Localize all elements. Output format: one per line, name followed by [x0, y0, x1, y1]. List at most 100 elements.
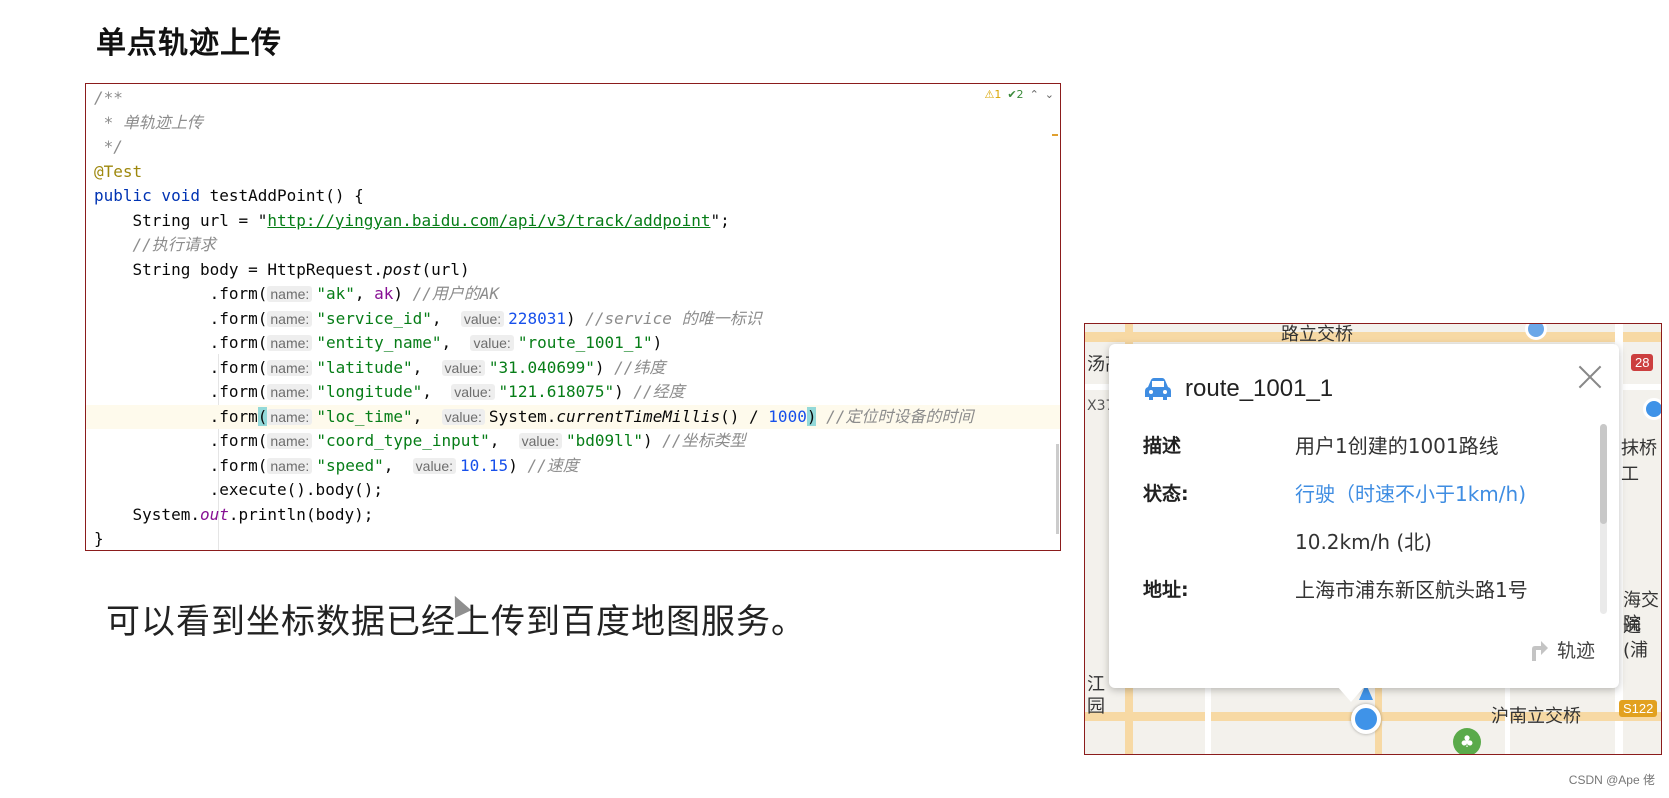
code-line[interactable]: public void testAddPoint() {: [86, 184, 1060, 209]
info-window-pointer: [1337, 686, 1365, 702]
map-label-right-low2: 院(浦: [1623, 614, 1649, 661]
code-line[interactable]: .execute().body();: [86, 478, 1060, 503]
code-token: value:: [412, 457, 457, 474]
code-token: //执行请求: [94, 235, 216, 254]
code-token: name:: [267, 335, 313, 351]
code-token: (url): [421, 259, 470, 279]
code-token: "speed": [316, 455, 384, 475]
code-line[interactable]: System.out.println(body);: [86, 503, 1060, 528]
slide-title: 单点轨迹上传: [96, 26, 282, 61]
code-token: @Test: [94, 161, 143, 181]
location-marker-icon[interactable]: [1351, 704, 1381, 734]
code-token: "longitude": [316, 382, 423, 401]
code-token: "ak": [316, 284, 355, 303]
row-value-speed: 10.2km/h (北): [1295, 530, 1432, 554]
map-label-top-bridge: 路立交桥: [1281, 324, 1353, 345]
code-token: //速度: [527, 455, 579, 475]
code-token: 10.15: [460, 455, 509, 475]
road-shield: 28: [1631, 354, 1654, 371]
code-token: "loc_time": [316, 406, 413, 426]
track-link[interactable]: 轨迹: [1529, 636, 1595, 663]
code-line[interactable]: .form(name: "speed", value: 10.15) //速度: [86, 454, 1060, 479]
code-token: name:: [267, 286, 313, 302]
code-token: .form(: [94, 382, 268, 401]
code-token: .form(: [94, 357, 268, 377]
code-token: ,: [489, 431, 519, 450]
code-token: value:: [441, 359, 485, 376]
code-token: ): [594, 357, 615, 377]
code-token: .form(: [94, 455, 268, 475]
code-line[interactable]: * 单轨迹上传: [86, 111, 1060, 136]
map-road: [1085, 332, 1661, 342]
code-token: value:: [441, 408, 485, 425]
code-token: ): [614, 382, 634, 401]
code-line[interactable]: .form(name: "entity_name", value: "route_1…: [86, 331, 1060, 356]
code-token: .form(: [94, 431, 268, 450]
row-value-status: 行驶（时速不小于1km/h): [1295, 482, 1527, 506]
code-token: ak: [374, 284, 394, 303]
code-token: .form(: [94, 333, 268, 352]
code-line[interactable]: String body = HttpRequest.post(url): [86, 258, 1060, 283]
watermark: CSDN @Ape 佬: [1568, 773, 1655, 787]
code-token: ): [652, 333, 663, 352]
code-token: //经度: [633, 382, 685, 401]
code-token: ,: [383, 455, 413, 475]
code-token: .execute().body();: [94, 480, 383, 499]
code-token: ,: [431, 308, 461, 328]
info-window: route_1001_1 描述 用户1创建的1001路线 状态: 行驶（时速不小…: [1109, 344, 1619, 688]
code-token: * 单轨迹上传: [94, 112, 203, 132]
map-label-bottom-bridge: 沪南立交桥: [1491, 706, 1581, 727]
code-token: /**: [94, 88, 123, 107]
track-link-label: 轨迹: [1556, 640, 1595, 662]
car-icon: [1145, 378, 1171, 400]
code-line[interactable]: */: [86, 135, 1060, 160]
code-line[interactable]: //执行请求: [86, 233, 1060, 258]
code-token: .form(: [94, 284, 268, 303]
code-token: ";: [710, 210, 730, 230]
code-token: //坐标类型: [662, 431, 746, 450]
info-scrollbar-thumb[interactable]: [1600, 424, 1607, 524]
code-token: currentTimeMillis: [556, 406, 721, 426]
code-token: ): [643, 431, 663, 450]
row-value-address: 上海市浦东新区航头路1号: [1295, 578, 1528, 602]
code-line[interactable]: .form(name: "longitude", value: "121.61807…: [86, 380, 1060, 405]
code-line[interactable]: .form(name: "service_id", value: 228031) /…: [86, 307, 1060, 332]
code-token: "entity_name": [316, 333, 442, 352]
code-token: "31.040699": [488, 357, 595, 377]
code-line[interactable]: .form(name: "latitude", value: "31.040699"…: [86, 356, 1060, 381]
code-line[interactable]: .form(name: "loc_time", value: System.curr…: [86, 404, 1060, 429]
track-arrow-icon: [1531, 640, 1548, 661]
code-token: name:: [267, 408, 313, 425]
code-token: testAddPoint() {: [209, 186, 364, 205]
code-line[interactable]: String url = "http://yingyan.baidu.com/a…: [86, 209, 1060, 234]
code-line[interactable]: @Test: [86, 160, 1060, 185]
map-poi-icon: [1643, 398, 1661, 420]
code-token: "bd09ll": [565, 431, 644, 450]
code-token: value:: [518, 433, 562, 449]
info-window-title: route_1001_1: [1185, 375, 1334, 402]
row-label-status: 状态:: [1143, 483, 1189, 505]
code-token: System.: [94, 504, 200, 524]
code-line[interactable]: /**: [86, 86, 1060, 111]
map-label-right-mid: 抹桥工: [1621, 438, 1657, 485]
code-line[interactable]: .form(name: "coord_type_input", value: "bd…: [86, 429, 1060, 454]
code-token: value:: [451, 384, 495, 400]
code-token: post: [382, 259, 422, 279]
code-token: */: [94, 137, 123, 156]
code-token: ,: [422, 382, 452, 401]
code-line[interactable]: .form(name: "ak", ak) //用户的AK: [86, 282, 1060, 307]
code-token: ): [393, 284, 413, 303]
code-token: String url = ": [94, 210, 268, 230]
code-token: ): [565, 308, 586, 328]
close-icon[interactable]: [1575, 362, 1605, 392]
code-token: ,: [441, 333, 471, 352]
code-token: out: [199, 504, 229, 524]
map-label-left-low2: 园: [1087, 696, 1105, 717]
code-token: .form(: [94, 308, 268, 328]
code-token: value:: [470, 335, 514, 351]
code-editor-panel: ⚠1 ✔2 ⌃ ⌄ /** * 单轨迹上传 */@Test public void…: [85, 83, 1061, 551]
code-token: () /: [720, 406, 769, 426]
code-line[interactable]: }: [86, 527, 1060, 550]
map-panel[interactable]: 路立交桥 汤高 X37 抹桥工 海交通 院(浦 江 园 沪南立交桥 S122 2…: [1084, 323, 1662, 755]
